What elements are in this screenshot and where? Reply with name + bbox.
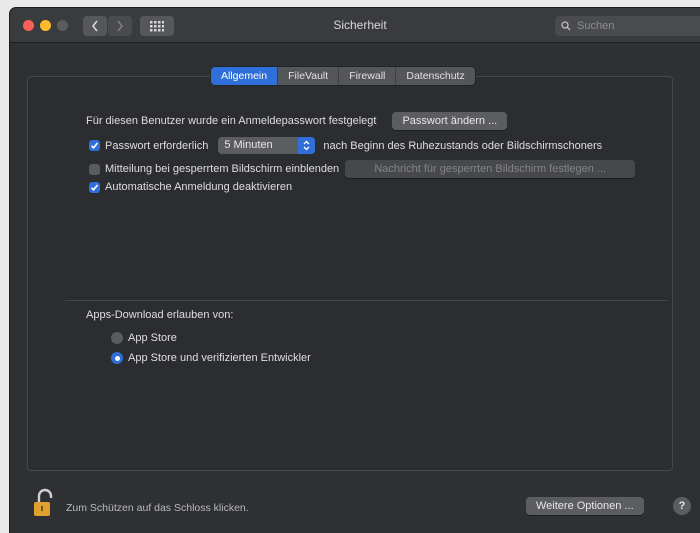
disable-auto-login-label: Automatische Anmeldung deaktivieren xyxy=(105,181,293,193)
tab-filevault[interactable]: FileVault xyxy=(278,67,340,85)
tab-firewall[interactable]: Firewall xyxy=(339,67,397,85)
title-bar: Sicherheit xyxy=(10,8,700,43)
lock-message-checkbox[interactable] xyxy=(89,163,100,175)
require-password-suffix: nach Beginn des Ruhezustands oder Bildsc… xyxy=(323,139,603,152)
lock-hint-text: Zum Schützen auf das Schloss klicken. xyxy=(66,502,249,514)
change-password-button[interactable]: Passwort ändern ... xyxy=(392,112,508,130)
downloads-heading: Apps-Download erlauben von: xyxy=(86,309,234,321)
auto-login-row: Automatische Anmeldung deaktivieren xyxy=(89,181,292,193)
radio-app-store-developers-label: App Store und verifizierten Entwickler xyxy=(128,352,311,364)
more-options-button[interactable]: Weitere Optionen ... xyxy=(526,497,644,515)
radio-app-store-label: App Store xyxy=(128,332,177,344)
radio-app-store[interactable] xyxy=(111,332,123,344)
require-password-row: Passwort erforderlich 5 Minuten nach Beg… xyxy=(89,137,602,154)
radio-app-store-row[interactable]: App Store xyxy=(111,332,177,344)
password-delay-value: 5 Minuten xyxy=(224,139,273,151)
password-delay-select[interactable]: 5 Minuten xyxy=(218,137,316,154)
tab-general[interactable]: Allgemein xyxy=(211,67,279,85)
search-field[interactable] xyxy=(555,16,700,36)
help-button[interactable]: ? xyxy=(673,497,691,515)
password-set-text: Für diesen Benutzer wurde ein Anmeldepas… xyxy=(86,115,377,127)
preferences-window: Sicherheit Allgemein FileVault Firewall … xyxy=(10,8,700,533)
updown-arrows-icon xyxy=(298,137,316,154)
password-set-row: Für diesen Benutzer wurde ein Anmeldepas… xyxy=(86,112,508,130)
radio-app-store-developers[interactable] xyxy=(111,352,123,364)
section-divider xyxy=(65,300,667,301)
lock-message-row: Mitteilung bei gesperrtem Bildschirm ein… xyxy=(89,160,636,178)
tab-privacy[interactable]: Datenschutz xyxy=(396,67,474,85)
require-password-label: Passwort erforderlich xyxy=(105,139,209,152)
require-password-checkbox[interactable] xyxy=(89,140,100,151)
radio-app-store-developers-row[interactable]: App Store und verifizierten Entwickler xyxy=(111,352,311,364)
lock-icon[interactable] xyxy=(33,488,55,521)
lock-message-label: Mitteilung bei gesperrtem Bildschirm ein… xyxy=(105,163,340,175)
window-title: Sicherheit xyxy=(333,18,387,32)
search-icon xyxy=(561,21,571,31)
tab-content-panel xyxy=(27,76,673,471)
search-input[interactable] xyxy=(575,19,699,33)
disable-auto-login-checkbox[interactable] xyxy=(89,181,100,193)
set-lock-message-button[interactable]: Nachricht für gesperrten Bildschirm fest… xyxy=(345,160,636,178)
tab-bar: Allgemein FileVault Firewall Datenschutz xyxy=(211,67,475,85)
